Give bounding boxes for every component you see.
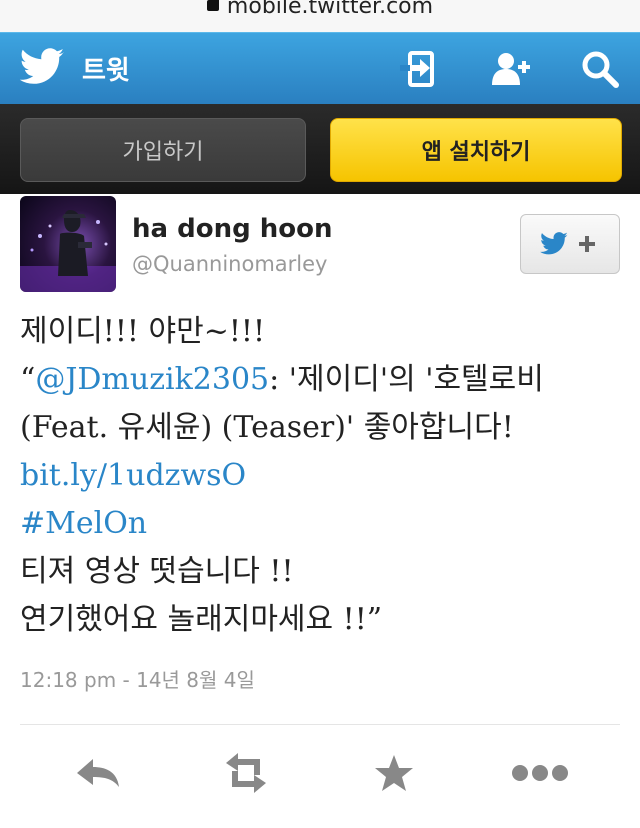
tweet-text-segment: 연기했어요 놀래지마세요 !!” [20,602,383,637]
tweet-text-segment: 티져 영상 떳습니다 !! [20,554,294,589]
tweet-link[interactable]: bit.ly/1udzwsO [20,458,246,493]
reply-icon[interactable] [68,748,128,798]
tweet-line: 티져 영상 떳습니다 !! [20,548,620,596]
search-icon[interactable] [578,47,622,91]
signup-bar: 가입하기 앱 설치하기 [0,104,640,194]
tweet-line: 연기했어요 놀래지마세요 !!” [20,596,620,644]
tweet-text-segment: “ [20,362,36,397]
tweet-line: #MelOn [20,500,620,548]
tweet-text-segment: : '제이디'의 '호텔로비 [269,362,544,397]
tweet-line: 제이디!!! 야만~!!! [20,308,620,356]
tweet-timestamp[interactable]: 12:18 pm - 14년 8월 4일 [20,664,255,693]
retweet-icon[interactable] [216,748,276,798]
more-icon[interactable] [510,748,570,798]
join-button[interactable]: 가입하기 [20,118,306,182]
lock-icon [206,0,219,11]
tweet-text-segment: 제이디!!! 야만~!!! [20,314,266,349]
tweet-text: 제이디!!! 야만~!!! “@JDmuzik2305: '제이디'의 '호텔로비… [20,308,620,644]
favorite-icon[interactable] [364,748,424,798]
avatar[interactable] [20,196,116,292]
install-app-button[interactable]: 앱 설치하기 [330,118,622,182]
add-user-icon[interactable] [488,47,532,91]
author-name[interactable]: ha dong hoon [132,214,333,244]
tweet-actions [0,738,640,808]
tweet-line: (Feat. 유세윤) (Teaser)' 좋아합니다! [20,404,620,452]
author-handle[interactable]: @Quanninomarley [132,252,327,276]
page-title: 트윗 [82,56,130,86]
follow-button[interactable] [520,214,620,274]
tweet-line: bit.ly/1udzwsO [20,452,620,500]
top-navigation-bar: 트윗 [0,32,640,105]
tweet-line: “@JDmuzik2305: '제이디'의 '호텔로비 [20,356,620,404]
tweet-text-segment: (Feat. 유세윤) (Teaser)' 좋아합니다! [20,410,514,445]
tweet-link[interactable]: @JDmuzik2305 [35,362,269,397]
url-text: mobile.twitter.com [226,0,434,19]
signin-icon[interactable] [396,47,440,91]
tweet-link[interactable]: #MelOn [20,506,147,541]
browser-url-bar[interactable]: mobile.twitter.com [0,0,640,32]
twitter-logo-icon[interactable] [18,47,66,89]
divider [20,724,620,725]
